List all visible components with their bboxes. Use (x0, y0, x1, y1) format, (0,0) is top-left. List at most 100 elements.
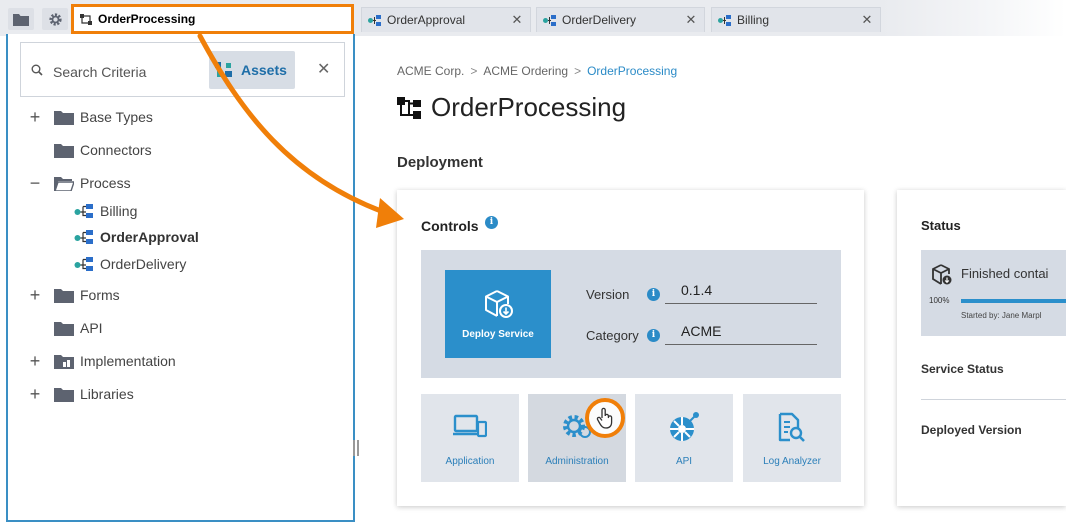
api-tile-label: API (675, 456, 693, 467)
close-icon[interactable]: ✕ (684, 12, 698, 28)
search-icon (31, 64, 43, 76)
version-field[interactable]: 0.1.4 (665, 278, 817, 304)
process-icon (368, 14, 381, 26)
tree-item-label: API (80, 320, 103, 336)
deployment-status-panel: Finished contai 100% Started by: Jane Ma… (921, 250, 1066, 336)
settings-button[interactable] (42, 8, 68, 30)
tree-item-connectors[interactable]: Connectors (28, 140, 152, 160)
service-status-label: Service Status (921, 362, 1004, 376)
tree-item-api[interactable]: API (28, 318, 103, 338)
folder-icon (54, 143, 74, 158)
page-title: OrderProcessing (397, 92, 626, 123)
collapse-icon[interactable]: − (28, 173, 42, 193)
api-icon (670, 412, 699, 441)
tree-item-label: OrderDelivery (100, 256, 187, 272)
info-icon[interactable]: i (485, 216, 498, 229)
breadcrumb: ACME Corp. > ACME Ordering > OrderProcessing (397, 64, 677, 78)
assets-label: Assets (241, 62, 287, 78)
deploy-panel: Deploy Service Version i 0.1.4 Category … (421, 250, 841, 378)
api-tile[interactable]: API (635, 394, 733, 482)
application-tile[interactable]: Application (421, 394, 519, 482)
tree-item-billing[interactable]: Billing (74, 201, 137, 221)
category-label: Category (586, 328, 639, 343)
devices-icon (453, 414, 487, 438)
tree-item-base-types[interactable]: + Base Types (28, 107, 153, 127)
tab-label: Billing (737, 13, 770, 27)
expand-icon[interactable]: + (28, 107, 42, 127)
log-analyzer-tile[interactable]: Log Analyzer (743, 394, 841, 482)
close-icon[interactable]: ✕ (510, 12, 524, 28)
deploy-service-label: Deploy Service (462, 328, 534, 340)
page-title-text: OrderProcessing (431, 92, 627, 122)
tree-item-orderdelivery[interactable]: OrderDelivery (74, 254, 186, 274)
search-box: Search Criteria Assets ✕ (20, 42, 345, 97)
application-tile-label: Application (445, 456, 495, 467)
log-analyzer-tile-label: Log Analyzer (763, 456, 821, 467)
chevron-right-icon: > (470, 64, 478, 78)
tree-item-forms[interactable]: + Forms (28, 285, 120, 305)
tab-bar-filler (882, 0, 1066, 36)
assets-icon (215, 62, 232, 77)
folder-icon (54, 288, 74, 303)
folder-open-icon (54, 176, 74, 191)
tab-orderdelivery[interactable]: OrderDelivery ✕ (536, 7, 705, 32)
close-icon[interactable]: ✕ (317, 59, 330, 79)
status-card: Status Finished contai 100% Started by: … (897, 190, 1066, 506)
close-icon[interactable]: ✕ (860, 12, 874, 28)
tree-item-implementation[interactable]: + Implementation (28, 351, 176, 371)
tree-item-orderapproval[interactable]: OrderApproval (74, 227, 199, 247)
deploy-service-button[interactable]: Deploy Service (445, 270, 551, 358)
folder-icon (54, 110, 74, 125)
administration-tile-label: Administration (545, 456, 609, 467)
editor-area: ACME Corp. > ACME Ordering > OrderProcessing… (360, 36, 1066, 525)
search-input[interactable]: Search Criteria (53, 64, 146, 80)
implementation-folder-icon (54, 354, 74, 369)
tree-item-process[interactable]: − Process (28, 173, 131, 193)
started-by: Started by: Jane Marpl (961, 311, 1042, 320)
version-label: Version (586, 287, 630, 302)
process-icon (543, 14, 556, 26)
log-search-icon (778, 412, 805, 442)
tab-label: OrderProcessing (98, 12, 196, 26)
package-download-icon (485, 289, 513, 318)
tab-orderprocessing[interactable]: OrderProcessing (71, 4, 354, 34)
tree-item-libraries[interactable]: + Libraries (28, 384, 134, 404)
controls-title: Controls (421, 218, 479, 234)
process-icon (74, 257, 93, 271)
process-icon (74, 204, 93, 218)
expand-icon[interactable]: + (28, 384, 42, 404)
gear-icon (48, 12, 62, 26)
info-icon[interactable]: i (647, 288, 660, 301)
tree-item-label: Process (80, 175, 131, 191)
info-icon[interactable]: i (647, 329, 660, 342)
process-icon (397, 96, 421, 119)
tree-item-label: OrderApproval (100, 229, 199, 245)
navigator-panel: Search Criteria Assets ✕ + Base Types Co… (6, 34, 355, 522)
tree-item-label: Connectors (80, 142, 152, 158)
breadcrumb-item[interactable]: ACME Ordering (483, 64, 568, 78)
tab-billing[interactable]: Billing ✕ (711, 7, 881, 32)
tree-item-label: Forms (80, 287, 120, 303)
divider (921, 399, 1066, 400)
tab-orderapproval[interactable]: OrderApproval ✕ (361, 7, 531, 32)
explorer-button[interactable] (8, 8, 34, 30)
controls-card: Controls i Deploy Service Version i 0.1.… (397, 190, 864, 506)
process-icon (718, 14, 731, 26)
chevron-right-icon: > (574, 64, 582, 78)
process-icon (74, 230, 93, 244)
progress-label: 100% (929, 296, 950, 305)
tree-item-label: Billing (100, 203, 138, 219)
folder-icon (13, 13, 29, 26)
deployed-version-label: Deployed Version (921, 423, 1022, 437)
expand-icon[interactable]: + (28, 285, 42, 305)
folder-icon (54, 321, 74, 336)
breadcrumb-item[interactable]: ACME Corp. (397, 64, 464, 78)
panel-resize-handle[interactable] (353, 440, 359, 456)
category-field[interactable]: ACME (665, 319, 817, 345)
folder-icon (54, 387, 74, 402)
tree-item-label: Implementation (80, 353, 176, 369)
assets-filter-button[interactable]: Assets (209, 51, 295, 89)
expand-icon[interactable]: + (28, 351, 42, 371)
tab-label: OrderApproval (387, 13, 466, 27)
deployment-state: Finished contai (961, 266, 1049, 281)
